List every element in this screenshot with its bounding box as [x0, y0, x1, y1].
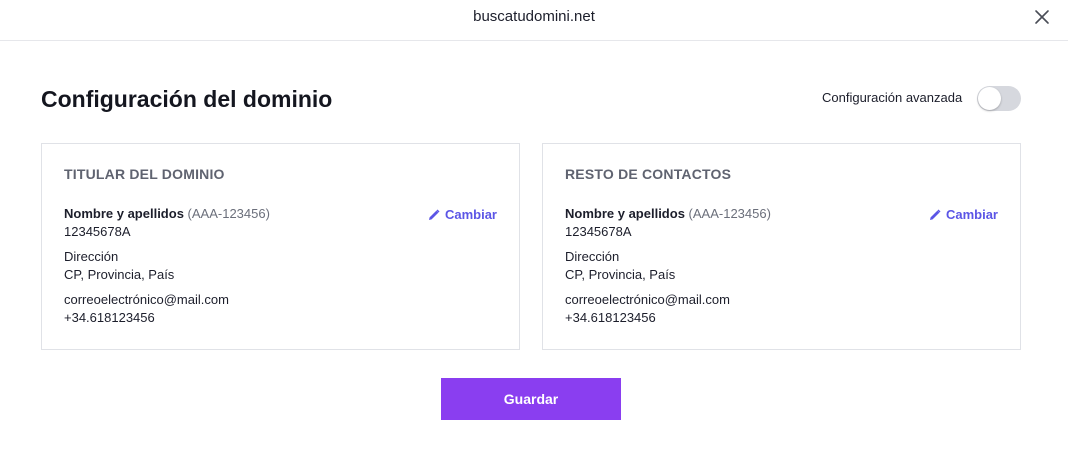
modal-header: buscatudomini.net [0, 0, 1068, 41]
modal-title: buscatudomini.net [473, 8, 595, 25]
contact-name-line: Nombre y apellidos (AAA-123456) [64, 205, 270, 223]
pencil-icon [929, 209, 941, 220]
contact-document: 12345678A [565, 224, 632, 239]
card-title: TITULAR DEL DOMINIO [64, 166, 225, 182]
card-title: RESTO DE CONTACTOS [565, 166, 732, 182]
advanced-config-toggle[interactable] [977, 86, 1021, 111]
toggle-knob [978, 87, 1001, 110]
contact-id: (AAA-123456) [187, 206, 270, 221]
page-title: Configuración del dominio [41, 86, 333, 112]
contact-document: 12345678A [64, 224, 131, 239]
contact-name: Nombre y apellidos [565, 206, 685, 221]
contact-phone: +34.618123456 [565, 310, 656, 325]
change-label: Cambiar [444, 207, 497, 222]
contact-name: Nombre y apellidos [64, 206, 184, 221]
contact-email: correoelectrónico@mail.com [565, 292, 730, 307]
change-holder-button[interactable]: Cambiar [428, 207, 497, 222]
contact-phone: +34.618123456 [64, 310, 155, 325]
domain-holder-card: TITULAR DEL DOMINIO Cambiar Nombre y ape… [41, 143, 520, 350]
other-contacts-card: RESTO DE CONTACTOS Cambiar Nombre y apel… [542, 143, 1021, 350]
change-label: Cambiar [945, 207, 998, 222]
save-button[interactable]: Guardar [441, 378, 621, 420]
contact-location: CP, Provincia, País [565, 267, 676, 282]
change-contacts-button[interactable]: Cambiar [929, 207, 998, 222]
contact-address: Dirección [64, 249, 119, 264]
contact-email: correoelectrónico@mail.com [64, 292, 229, 307]
pencil-icon [428, 209, 440, 220]
contact-address: Dirección [565, 249, 620, 264]
contact-location: CP, Provincia, País [64, 267, 175, 282]
advanced-config-label: Configuración avanzada [822, 90, 963, 105]
contact-name-line: Nombre y apellidos (AAA-123456) [565, 205, 771, 223]
close-icon[interactable] [1033, 8, 1051, 26]
contact-id: (AAA-123456) [688, 206, 771, 221]
